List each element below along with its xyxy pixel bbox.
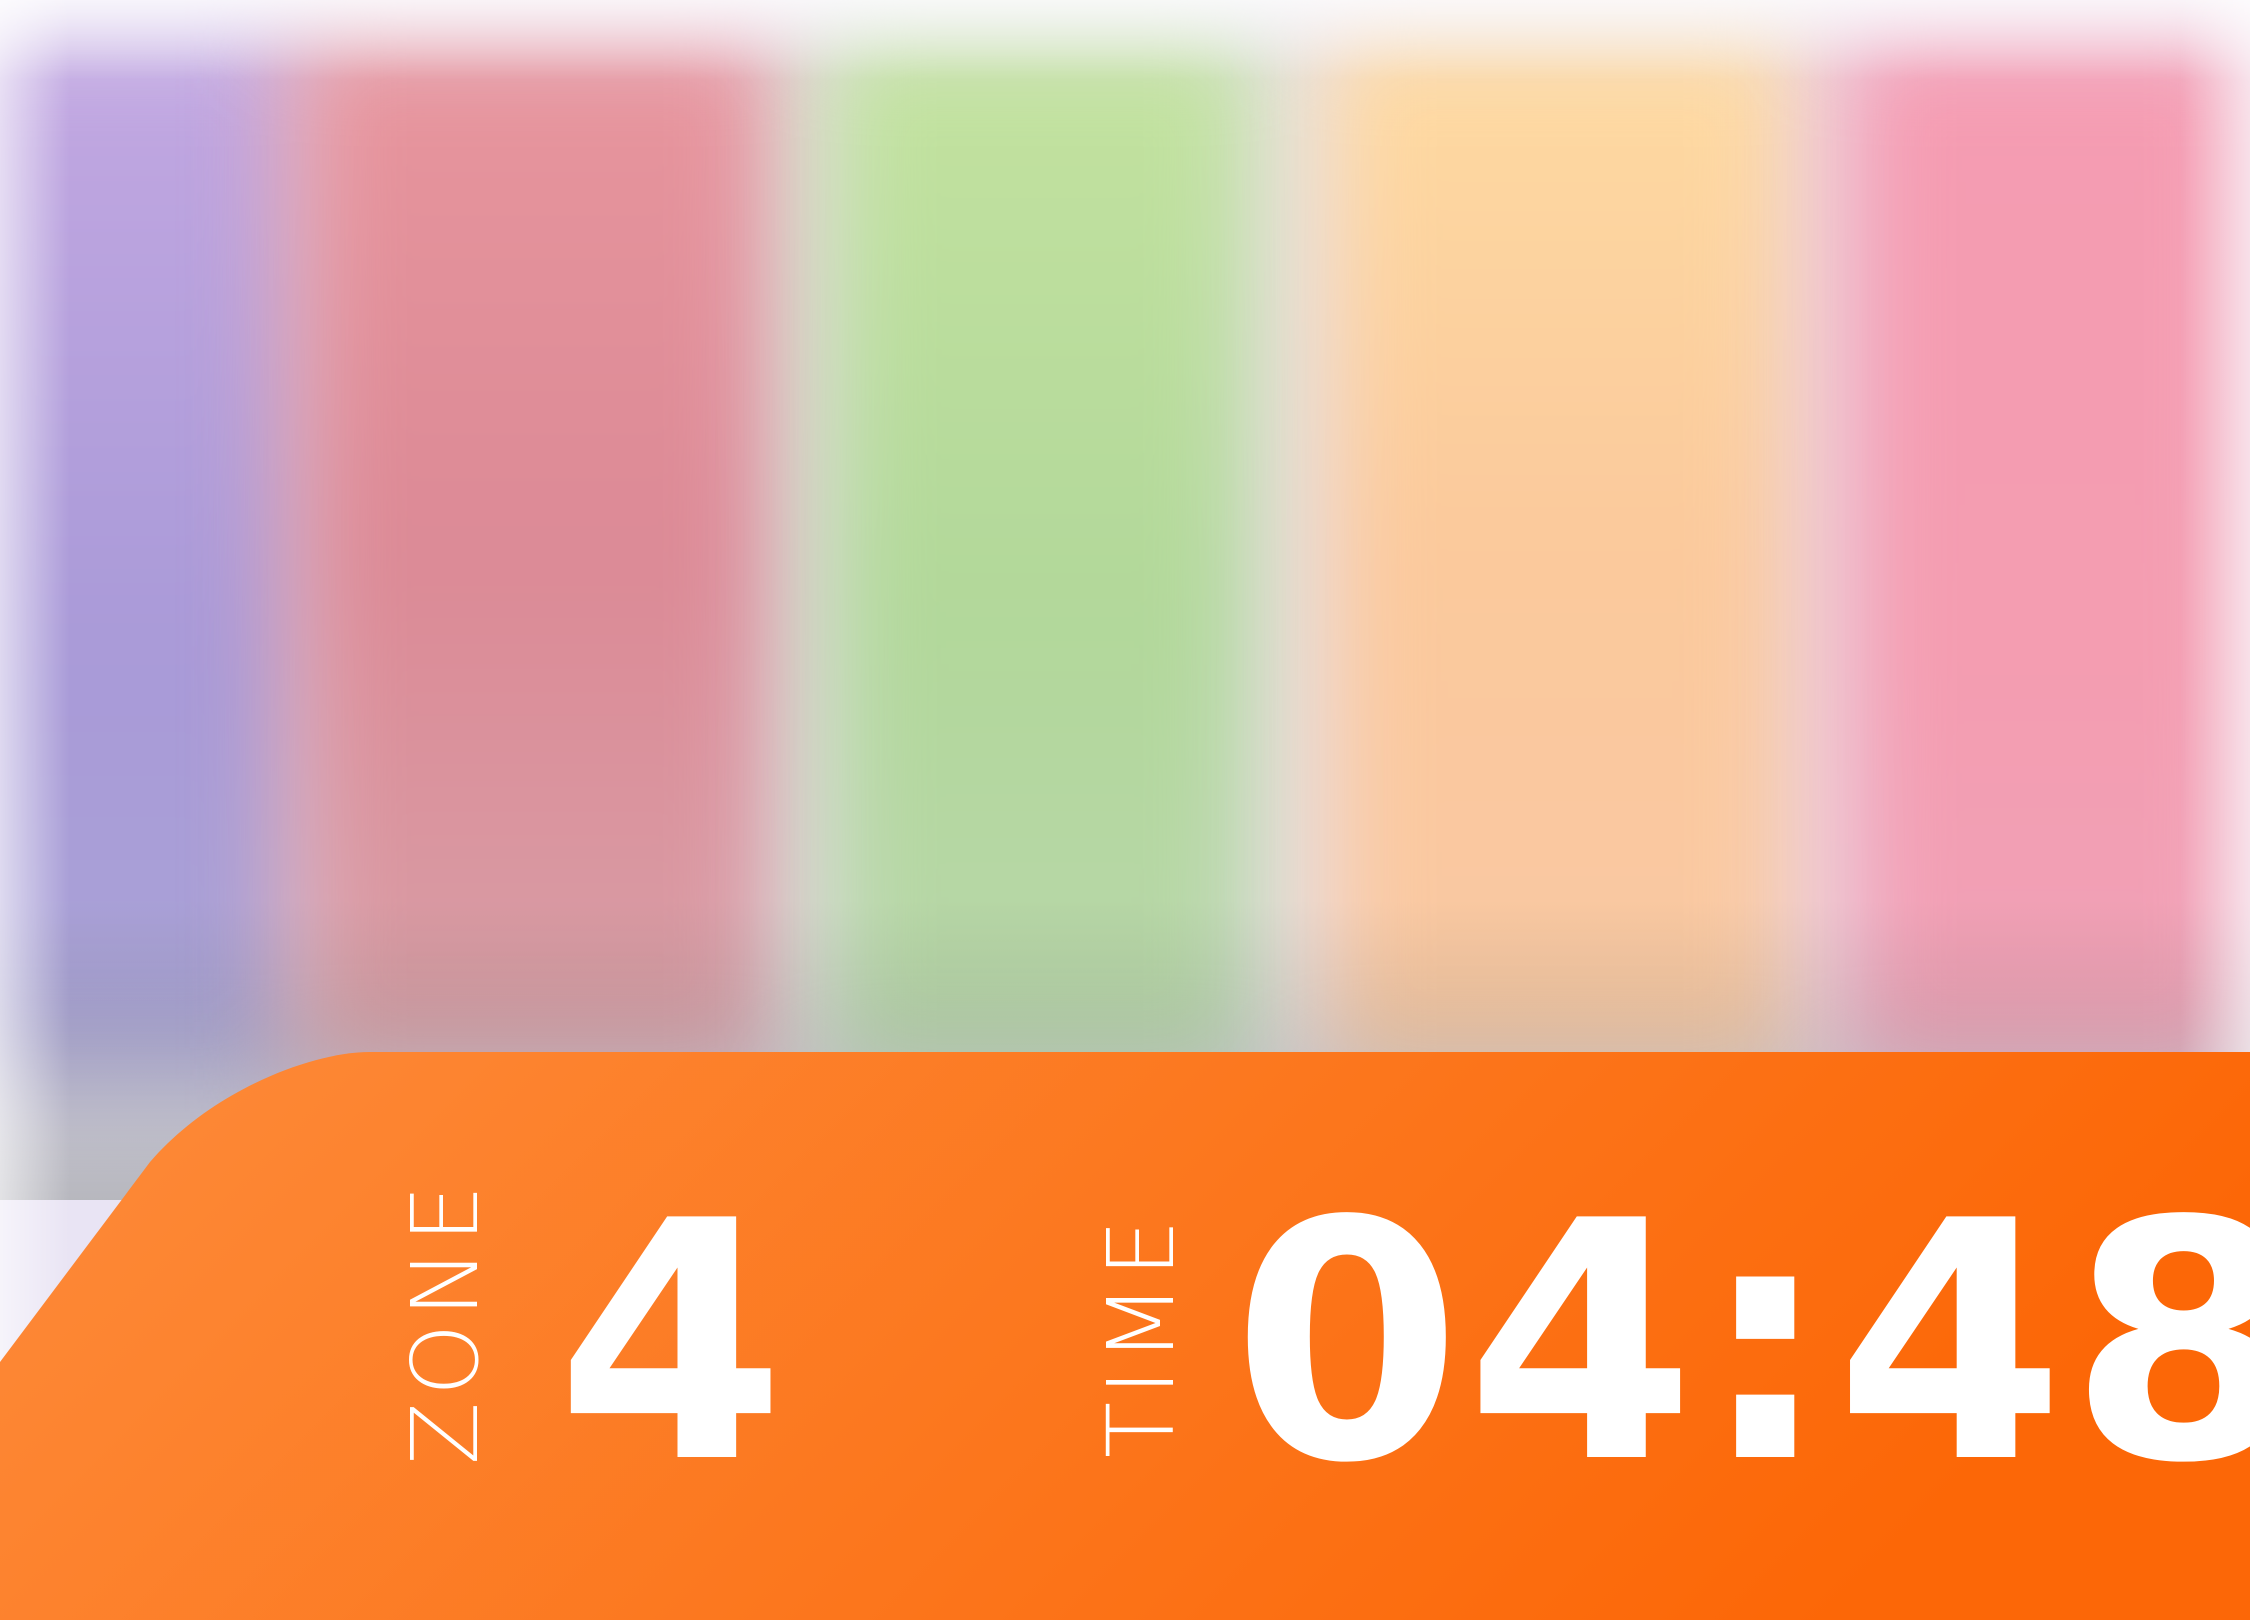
zone-label: ZONE <box>392 1178 499 1465</box>
time-label: TIME <box>1088 1213 1195 1458</box>
zone-value: 4 <box>556 1151 790 1535</box>
game-screen: ZONE 4 TIME 04:48 <box>0 0 2250 1620</box>
time-value: 04:48 <box>1232 1151 2250 1535</box>
background-top-fade <box>0 0 2250 80</box>
